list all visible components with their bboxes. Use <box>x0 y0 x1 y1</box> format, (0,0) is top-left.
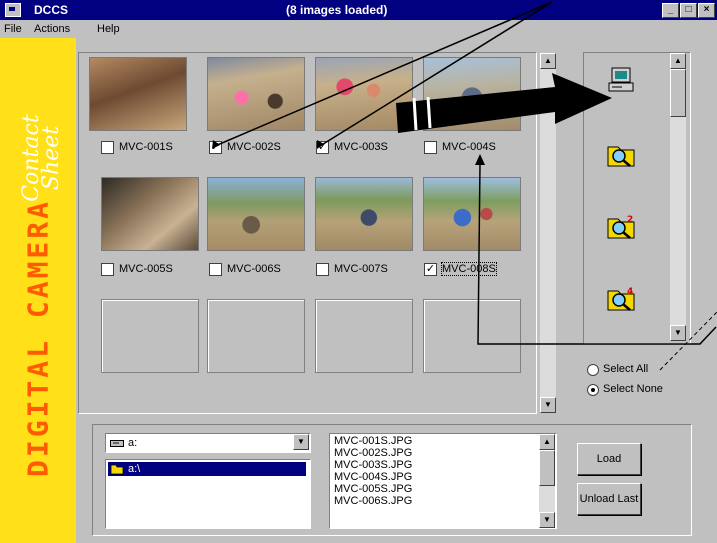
menu-file[interactable]: File <box>4 23 22 35</box>
scroll-thumb[interactable] <box>539 450 555 486</box>
drive-icon <box>110 440 124 447</box>
thumbnail-image[interactable] <box>423 57 521 131</box>
dropdown-arrow-icon[interactable]: ▼ <box>293 434 309 450</box>
app-window: DCCS (8 images loaded) _ □ × File Action… <box>0 0 717 543</box>
empty-slot <box>315 299 413 373</box>
scroll-down-arrow-icon[interactable]: ▼ <box>539 512 555 528</box>
scroll-down-arrow-icon[interactable]: ▼ <box>540 397 556 413</box>
thumbnail-image[interactable] <box>207 177 305 251</box>
select-all-label[interactable]: Select All <box>603 363 648 375</box>
actions-scrollbar[interactable]: ▲ ▼ <box>670 53 686 341</box>
thumbnail-label: MVC-007S <box>334 263 388 275</box>
thumbnail-label: MVC-001S <box>119 141 173 153</box>
checkmark: ✓ <box>317 141 328 153</box>
file-list-scrollbar[interactable]: ▲ ▼ <box>539 434 555 528</box>
banner-title: DIGITAL CAMERA <box>21 198 55 478</box>
thumbnail-label: MVC-002S <box>227 141 281 153</box>
thumbnail-checkbox[interactable]: ✓ <box>424 263 437 276</box>
banner-subtitle: Contact Sheet <box>19 114 64 202</box>
drive-select[interactable]: a: ▼ <box>105 433 311 453</box>
thumbnail-image[interactable] <box>423 177 521 251</box>
thumbnail-image[interactable] <box>89 57 187 131</box>
thumbnail-checkbox[interactable]: ✓ <box>101 141 114 154</box>
thumbnail-label: MVC-003S <box>334 141 388 153</box>
list-item[interactable]: MVC-002S.JPG <box>334 448 412 459</box>
directory-list[interactable]: a:\ <box>105 459 311 529</box>
file-browser-panel: a: ▼ a:\ MVC-001S.JPG MVC-002S.JPG MVC-0… <box>92 424 692 536</box>
thumbnail-checkbox[interactable]: ✓ <box>424 141 437 154</box>
checkmark: ✓ <box>210 141 221 153</box>
open-folder-icon <box>110 464 124 475</box>
thumbnail-label: MVC-006S <box>227 263 281 275</box>
menu-actions[interactable]: Actions <box>34 23 70 35</box>
list-item[interactable]: MVC-005S.JPG <box>334 484 412 495</box>
thumbnail-checkbox[interactable]: ✓ <box>101 263 114 276</box>
thumbnail-image[interactable] <box>315 177 413 251</box>
drive-value: a: <box>128 437 138 449</box>
images-loaded-status: (8 images loaded) <box>286 3 388 17</box>
empty-slot <box>207 299 305 373</box>
folder-search-4-icon[interactable]: 4 <box>606 283 636 313</box>
thumbnail-label: MVC-008S <box>441 262 497 276</box>
scroll-down-arrow-icon[interactable]: ▼ <box>670 325 686 341</box>
directory-label: a:\ <box>128 463 141 475</box>
directory-item-selected[interactable]: a:\ <box>108 462 306 476</box>
folder-search-2-icon[interactable]: 2 <box>606 211 636 241</box>
thumbnail-image[interactable] <box>315 57 413 131</box>
empty-slot <box>423 299 521 373</box>
thumbnail-checkbox[interactable]: ✓ <box>209 263 222 276</box>
thumbnail-label: MVC-005S <box>119 263 173 275</box>
computer-icon[interactable] <box>606 65 636 95</box>
scroll-up-arrow-icon[interactable]: ▲ <box>540 53 556 69</box>
empty-slot <box>101 299 199 373</box>
load-button[interactable]: Load <box>577 443 641 475</box>
select-none-label[interactable]: Select None <box>603 383 663 395</box>
thumbnail-checkbox[interactable]: ✓ <box>209 141 222 154</box>
thumbnail-grid: ✓ MVC-001S ✓ MVC-002S ✓ MVC-003S ✓ MVC-0… <box>78 52 537 414</box>
file-list[interactable]: MVC-001S.JPG MVC-002S.JPG MVC-003S.JPG M… <box>329 433 557 529</box>
select-all-radio[interactable] <box>587 364 599 376</box>
app-title: DCCS <box>34 3 69 17</box>
list-item[interactable]: MVC-001S.JPG <box>334 436 412 447</box>
svg-text:4: 4 <box>627 287 633 297</box>
scroll-up-arrow-icon[interactable]: ▲ <box>670 53 686 69</box>
maximize-button[interactable]: □ <box>680 3 697 18</box>
menu-help[interactable]: Help <box>97 23 120 35</box>
thumbnail-checkbox[interactable]: ✓ <box>316 263 329 276</box>
menu-bar: File Actions Help <box>0 20 717 38</box>
thumbnail-checkbox[interactable]: ✓ <box>316 141 329 154</box>
list-item[interactable]: MVC-004S.JPG <box>334 472 412 483</box>
thumbnail-image[interactable] <box>207 57 305 131</box>
folder-search-icon[interactable] <box>606 139 636 169</box>
scroll-thumb[interactable] <box>670 69 686 117</box>
app-icon[interactable] <box>5 3 21 17</box>
thumbnail-label: MVC-004S <box>442 141 496 153</box>
checkmark: ✓ <box>425 263 436 275</box>
svg-text:2: 2 <box>627 215 633 225</box>
scroll-up-arrow-icon[interactable]: ▲ <box>539 434 555 450</box>
list-item[interactable]: MVC-003S.JPG <box>334 460 412 471</box>
close-button[interactable]: × <box>698 3 715 18</box>
minimize-button[interactable]: _ <box>662 3 679 18</box>
list-item[interactable]: MVC-006S.JPG <box>334 496 412 507</box>
title-bar[interactable]: DCCS (8 images loaded) _ □ × <box>0 0 717 20</box>
select-none-radio[interactable] <box>587 384 599 396</box>
unload-last-button[interactable]: Unload Last <box>577 483 641 515</box>
brand-banner: Contact Sheet DIGITAL CAMERA <box>0 38 76 543</box>
grid-scrollbar[interactable]: ▲ ▼ <box>540 53 556 413</box>
thumbnail-image[interactable] <box>101 177 199 251</box>
